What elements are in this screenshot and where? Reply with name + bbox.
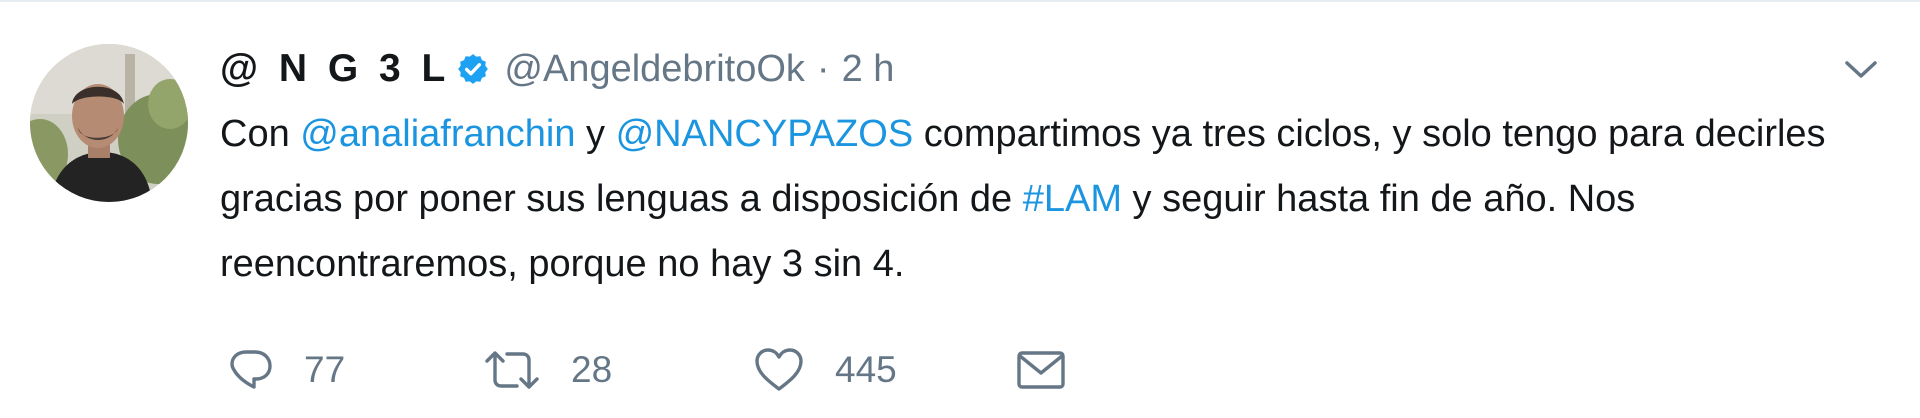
retweet-icon	[485, 351, 539, 389]
reply-button[interactable]: 77	[228, 340, 483, 400]
tweet-text: Con @analiafranchin y @NANCYPAZOS compar…	[220, 102, 1880, 297]
chevron-down-icon[interactable]	[1842, 54, 1880, 84]
timestamp[interactable]: 2 h	[842, 48, 895, 91]
tweet-text-part: Con	[220, 113, 301, 155]
separator-dot: ·	[816, 47, 830, 90]
display-name[interactable]: @ N G 3 L	[220, 47, 450, 91]
reply-icon	[230, 350, 272, 389]
avatar-photo	[30, 44, 188, 202]
mention-link[interactable]: @analiafranchin	[300, 113, 575, 155]
like-button[interactable]: 445	[753, 340, 1015, 400]
tweet-actions: 77 28 445	[228, 340, 1075, 400]
tweet-header: @ N G 3 L @AngeldebritoOk · 2 h	[220, 44, 894, 94]
tweet-card[interactable]: @ N G 3 L @AngeldebritoOk · 2 h Con @ana…	[0, 0, 1920, 418]
verified-badge-icon	[458, 54, 489, 84]
hashtag-link[interactable]: #LAM	[1023, 178, 1122, 220]
direct-message-button[interactable]	[1015, 340, 1075, 400]
like-count: 445	[835, 349, 897, 390]
reply-count: 77	[304, 349, 346, 390]
avatar[interactable]	[30, 44, 188, 202]
tweet-text-part: y	[575, 113, 616, 155]
envelope-icon	[1017, 351, 1065, 389]
user-handle[interactable]: @AngeldebritoOk	[504, 48, 805, 91]
heart-icon	[755, 348, 803, 391]
retweet-button[interactable]: 28	[483, 340, 753, 400]
mention-link[interactable]: @NANCYPAZOS	[616, 113, 914, 155]
retweet-count: 28	[571, 349, 613, 390]
